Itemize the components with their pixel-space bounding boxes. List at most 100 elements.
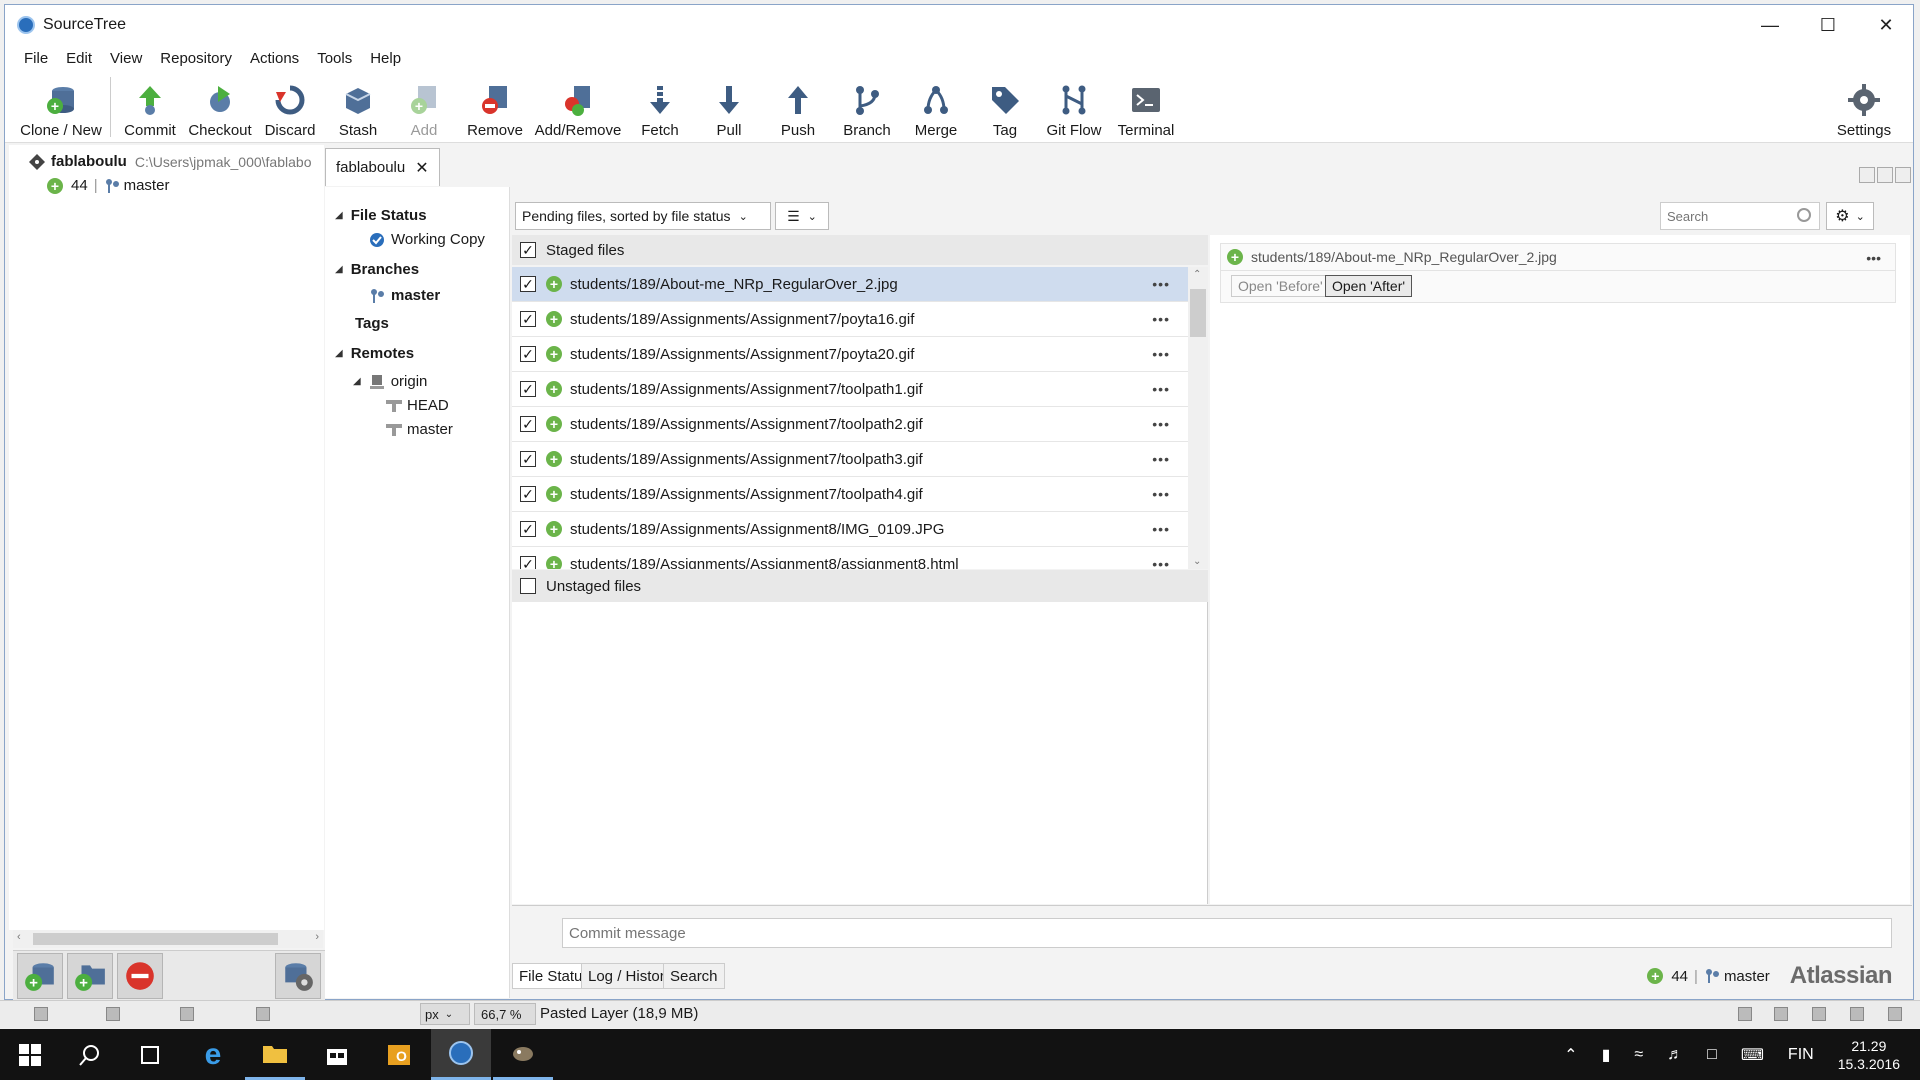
scroll-thumb[interactable] — [33, 933, 278, 945]
search-taskbar-button[interactable] — [60, 1029, 120, 1080]
staged-files-header[interactable]: ✓ Staged files — [512, 235, 1208, 265]
scroll-down-icon[interactable]: ⌄ — [1193, 556, 1201, 567]
more-icon[interactable]: ••• — [1152, 276, 1170, 292]
battery-icon[interactable]: ▮ — [1602, 1045, 1611, 1065]
gimp-icon[interactable] — [256, 1007, 270, 1021]
remove-repo-button[interactable] — [117, 953, 163, 999]
menu-edit[interactable]: Edit — [57, 50, 101, 67]
git-flow-button[interactable]: Git Flow — [1041, 75, 1107, 139]
menu-help[interactable]: Help — [361, 50, 410, 67]
maximize-button[interactable]: ☐ — [1799, 5, 1857, 45]
volume-icon[interactable]: ♬ — [1667, 1046, 1683, 1064]
taskbar-gimp[interactable] — [493, 1029, 553, 1080]
scroll-right-icon[interactable]: › — [315, 931, 319, 943]
file-checkbox[interactable]: ✓ — [520, 556, 536, 569]
table-row[interactable]: ✓ + students/189/Assignments/Assignment7/t… — [512, 477, 1188, 512]
clone-new-button[interactable]: + Clone / New — [13, 75, 109, 139]
file-checkbox[interactable]: ✓ — [520, 451, 536, 467]
repo-settings-button[interactable] — [275, 953, 321, 999]
taskbar-edge[interactable]: e — [183, 1029, 243, 1080]
menu-repository[interactable]: Repository — [151, 50, 241, 67]
input-language[interactable]: FIN — [1788, 1046, 1814, 1064]
more-icon[interactable]: ••• — [1866, 250, 1881, 266]
more-icon[interactable]: ••• — [1152, 416, 1170, 432]
taskbar-sourcetree[interactable] — [431, 1029, 491, 1080]
scroll-up-icon[interactable]: ⌃ — [1193, 269, 1201, 280]
commit-button[interactable]: Commit — [115, 75, 185, 139]
staged-all-checkbox[interactable]: ✓ — [520, 242, 536, 258]
collapse-triangle-icon[interactable]: ◢ — [335, 264, 343, 275]
file-checkbox[interactable]: ✓ — [520, 381, 536, 397]
search-input[interactable] — [1660, 202, 1820, 230]
gimp-icon[interactable] — [180, 1007, 194, 1021]
collapse-triangle-icon[interactable]: ◢ — [335, 348, 343, 359]
fetch-button[interactable]: Fetch — [627, 75, 693, 139]
close-button[interactable]: ✕ — [1857, 5, 1915, 45]
file-list-vscrollbar[interactable]: ⌃ ⌄ — [1188, 267, 1208, 569]
checkout-button[interactable]: Checkout — [185, 75, 255, 139]
gimp-icon[interactable] — [1774, 1007, 1788, 1021]
new-repo-button[interactable]: + — [17, 953, 63, 999]
sidebar-remotes[interactable]: ◢ Remotes — [335, 345, 414, 362]
table-row[interactable]: ✓ + students/189/Assignments/Assignment8/I… — [512, 512, 1188, 547]
task-view-button[interactable] — [120, 1029, 180, 1080]
tray-expand-icon[interactable]: ⌃ — [1564, 1045, 1577, 1065]
search-icon[interactable] — [1797, 208, 1811, 222]
commit-message-input[interactable] — [562, 918, 1892, 948]
file-checkbox[interactable]: ✓ — [520, 416, 536, 432]
new-folder-button[interactable]: + — [67, 953, 113, 999]
stash-button[interactable]: Stash — [323, 75, 393, 139]
add-button[interactable]: + Add — [391, 75, 457, 139]
menu-file[interactable]: File — [15, 50, 57, 67]
file-checkbox[interactable]: ✓ — [520, 346, 536, 362]
more-icon[interactable]: ••• — [1152, 311, 1170, 327]
sidebar-remote-origin[interactable]: ◢ origin — [353, 373, 427, 390]
gimp-icon[interactable] — [1850, 1007, 1864, 1021]
more-icon[interactable]: ••• — [1152, 451, 1170, 467]
sidebar-branches[interactable]: ◢ Branches — [335, 261, 419, 278]
gimp-icon[interactable] — [1888, 1007, 1902, 1021]
file-checkbox[interactable]: ✓ — [520, 311, 536, 327]
tab-search[interactable]: Search — [663, 963, 725, 989]
table-row[interactable]: ✓ + students/189/Assignments/Assignment7/t… — [512, 442, 1188, 477]
minimize-button[interactable]: — — [1741, 5, 1799, 45]
table-row[interactable]: ✓ + students/189/Assignments/Assignment8/a… — [512, 547, 1188, 569]
file-checkbox[interactable]: ✓ — [520, 521, 536, 537]
terminal-button[interactable]: Terminal — [1110, 75, 1182, 139]
zoom-select[interactable]: 66,7 % — [474, 1003, 536, 1025]
add-remove-button[interactable]: Add/Remove — [532, 75, 624, 139]
gimp-icon[interactable] — [1738, 1007, 1752, 1021]
open-before-button[interactable]: Open 'Before' — [1231, 275, 1330, 297]
sidebar-remote-master[interactable]: master — [385, 421, 453, 438]
remove-button[interactable]: Remove — [460, 75, 530, 139]
collapse-triangle-icon[interactable]: ◢ — [353, 376, 361, 387]
menu-actions[interactable]: Actions — [241, 50, 308, 67]
unstaged-all-checkbox[interactable] — [520, 578, 536, 594]
more-icon[interactable]: ••• — [1152, 381, 1170, 397]
scroll-left-icon[interactable]: ‹ — [17, 931, 21, 943]
notification-icon[interactable]: □ — [1707, 1046, 1717, 1064]
more-icon[interactable]: ••• — [1152, 556, 1170, 569]
unit-select[interactable]: px ⌄ — [420, 1003, 470, 1025]
gimp-icon[interactable] — [1812, 1007, 1826, 1021]
view-mode-dropdown[interactable]: ☰ ⌄ — [775, 202, 829, 230]
wifi-icon[interactable]: ≈ — [1634, 1046, 1643, 1064]
sidebar-file-status[interactable]: ◢ File Status — [335, 207, 427, 224]
sidebar-tags[interactable]: Tags — [355, 315, 389, 332]
sidebar-remote-head[interactable]: HEAD — [385, 397, 449, 414]
unstaged-files-header[interactable]: Unstaged files — [512, 570, 1208, 602]
tab-prev-icon[interactable] — [1859, 167, 1875, 183]
more-icon[interactable]: ••• — [1152, 521, 1170, 537]
table-row[interactable]: ✓ + students/189/Assignments/Assignment7/t… — [512, 407, 1188, 442]
taskbar-store[interactable] — [307, 1029, 367, 1080]
start-button[interactable] — [0, 1029, 60, 1080]
repo-pane-hscrollbar[interactable]: ‹ › — [13, 930, 323, 948]
push-button[interactable]: Push — [765, 75, 831, 139]
merge-button[interactable]: Merge — [903, 75, 969, 139]
menu-tools[interactable]: Tools — [308, 50, 361, 67]
gimp-icon[interactable] — [106, 1007, 120, 1021]
options-gear-dropdown[interactable]: ⚙ ⌄ — [1826, 202, 1874, 230]
table-row[interactable]: ✓ + students/189/Assignments/Assignment7/p… — [512, 337, 1188, 372]
tag-button[interactable]: Tag — [972, 75, 1038, 139]
collapse-triangle-icon[interactable]: ◢ — [335, 210, 343, 221]
